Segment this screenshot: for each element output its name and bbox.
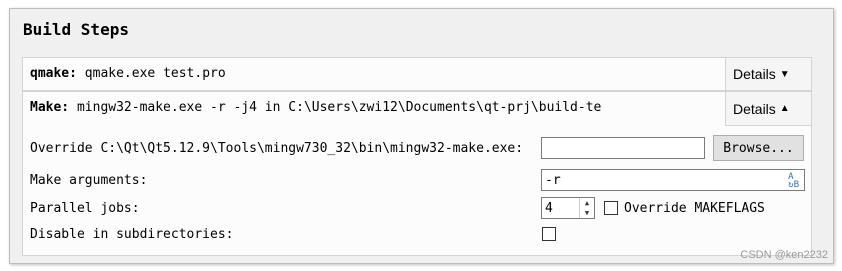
make-step-command: mingw32-make.exe -r -j4 in C:\Users\zwi1… (76, 100, 602, 115)
spin-up-icon[interactable]: ▲ (580, 198, 594, 208)
browse-button[interactable]: Browse... (713, 135, 804, 161)
parallel-jobs-value: 4 (545, 200, 553, 216)
qmake-step: qmake: qmake.exe test.pro Details ▼ (22, 57, 812, 91)
override-make-input[interactable] (541, 137, 705, 159)
make-arguments-input[interactable]: -r A ↻B (541, 169, 805, 191)
qmake-step-name: qmake: (30, 66, 77, 81)
text-direction-icon[interactable]: A ↻B (788, 173, 799, 190)
make-details-button[interactable]: Details ▲ (725, 92, 811, 126)
watermark: CSDN @ken2232 (740, 249, 828, 261)
override-makeflags-label: Override MAKEFLAGS (624, 201, 765, 216)
build-steps-title: Build Steps (23, 20, 129, 39)
make-arguments-label: Make arguments: (30, 173, 148, 188)
spin-buttons: ▲ ▼ (579, 198, 594, 218)
make-arguments-value: -r (545, 172, 561, 188)
make-step-name: Make: (30, 100, 70, 115)
override-makeflags-checkbox[interactable] (604, 201, 618, 215)
chevron-down-icon: ▼ (779, 68, 790, 80)
make-step-summary: Make: mingw32-make.exe -r -j4 in C:\User… (30, 100, 620, 115)
qmake-step-summary: qmake: qmake.exe test.pro (30, 66, 226, 81)
make-step: Make: mingw32-make.exe -r -j4 in C:\User… (22, 91, 812, 256)
disable-subdirs-checkbox[interactable] (542, 227, 556, 241)
parallel-jobs-label: Parallel jobs: (30, 201, 140, 216)
build-steps-panel: Build Steps qmake: qmake.exe test.pro De… (9, 8, 834, 264)
qmake-step-command: qmake.exe test.pro (84, 66, 226, 81)
override-make-label: Override C:\Qt\Qt5.12.9\Tools\mingw730_3… (30, 141, 524, 156)
spin-down-icon[interactable]: ▼ (580, 208, 594, 218)
details-label: Details (733, 100, 776, 117)
disable-subdirs-label: Disable in subdirectories: (30, 227, 234, 242)
qmake-details-button[interactable]: Details ▼ (725, 58, 811, 90)
parallel-jobs-spinbox[interactable]: 4 ▲ ▼ (541, 197, 595, 219)
details-label: Details (733, 66, 776, 82)
chevron-up-icon: ▲ (779, 103, 790, 114)
